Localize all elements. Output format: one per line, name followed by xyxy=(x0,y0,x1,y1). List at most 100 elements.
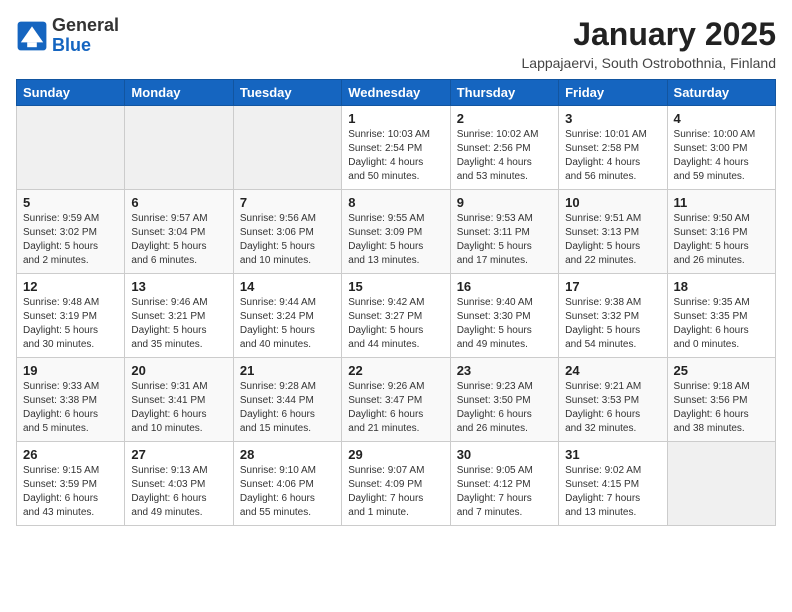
day-number: 12 xyxy=(23,279,118,294)
calendar-cell xyxy=(667,442,775,526)
calendar-cell: 27Sunrise: 9:13 AM Sunset: 4:03 PM Dayli… xyxy=(125,442,233,526)
calendar-cell: 11Sunrise: 9:50 AM Sunset: 3:16 PM Dayli… xyxy=(667,190,775,274)
day-number: 26 xyxy=(23,447,118,462)
day-number: 27 xyxy=(131,447,226,462)
day-number: 21 xyxy=(240,363,335,378)
day-detail: Sunrise: 9:15 AM Sunset: 3:59 PM Dayligh… xyxy=(23,464,118,520)
day-detail: Sunrise: 9:46 AM Sunset: 3:21 PM Dayligh… xyxy=(131,296,226,352)
day-detail: Sunrise: 9:23 AM Sunset: 3:50 PM Dayligh… xyxy=(457,380,552,436)
day-number: 1 xyxy=(348,111,443,126)
calendar-cell: 2Sunrise: 10:02 AM Sunset: 2:56 PM Dayli… xyxy=(450,106,558,190)
weekday-header-row: SundayMondayTuesdayWednesdayThursdayFrid… xyxy=(17,80,776,106)
calendar-cell: 17 Sunrise: 9:38 AM Sunset: 3:32 PM Dayli… xyxy=(559,274,667,358)
calendar-table: SundayMondayTuesdayWednesdayThursdayFrid… xyxy=(16,79,776,526)
day-detail: Sunrise: 9:59 AM Sunset: 3:02 PM Dayligh… xyxy=(23,212,118,268)
day-detail: Sunrise: 9:10 AM Sunset: 4:06 PM Dayligh… xyxy=(240,464,335,520)
day-detail: Sunrise: 9:57 AM Sunset: 3:04 PM Dayligh… xyxy=(131,212,226,268)
day-detail: Sunrise: 9:50 AM Sunset: 3:16 PM Dayligh… xyxy=(674,212,769,268)
title-block: January 2025 Lappajaervi, South Ostrobot… xyxy=(522,16,777,71)
day-detail: Sunrise: 10:02 AM Sunset: 2:56 PM Daylig… xyxy=(457,128,552,184)
day-number: 23 xyxy=(457,363,552,378)
calendar-cell: 26 Sunrise: 9:15 AM Sunset: 3:59 PM Dayli… xyxy=(17,442,125,526)
calendar-cell: 22 Sunrise: 9:26 AM Sunset: 3:47 PM Dayli… xyxy=(342,358,450,442)
calendar-cell: 13 Sunrise: 9:46 AM Sunset: 3:21 PM Dayli… xyxy=(125,274,233,358)
day-number: 24 xyxy=(565,363,660,378)
day-detail: Sunrise: 9:05 AM Sunset: 4:12 PM Dayligh… xyxy=(457,464,552,520)
calendar-cell: 15 Sunrise: 9:42 AM Sunset: 3:27 PM Dayli… xyxy=(342,274,450,358)
calendar-week-row: 19 Sunrise: 9:33 AM Sunset: 3:38 PM Dayli… xyxy=(17,358,776,442)
day-number: 28 xyxy=(240,447,335,462)
weekday-header: Saturday xyxy=(667,80,775,106)
day-detail: Sunrise: 9:26 AM Sunset: 3:47 PM Dayligh… xyxy=(348,380,443,436)
day-detail: Sunrise: 9:21 AM Sunset: 3:53 PM Dayligh… xyxy=(565,380,660,436)
calendar-title: January 2025 xyxy=(522,16,777,53)
day-number: 19 xyxy=(23,363,118,378)
calendar-cell: 8Sunrise: 9:55 AM Sunset: 3:09 PM Daylig… xyxy=(342,190,450,274)
day-detail: Sunrise: 9:51 AM Sunset: 3:13 PM Dayligh… xyxy=(565,212,660,268)
day-detail: Sunrise: 9:02 AM Sunset: 4:15 PM Dayligh… xyxy=(565,464,660,520)
day-detail: Sunrise: 9:44 AM Sunset: 3:24 PM Dayligh… xyxy=(240,296,335,352)
weekday-header: Thursday xyxy=(450,80,558,106)
day-detail: Sunrise: 9:53 AM Sunset: 3:11 PM Dayligh… xyxy=(457,212,552,268)
calendar-week-row: 12 Sunrise: 9:48 AM Sunset: 3:19 PM Dayli… xyxy=(17,274,776,358)
day-number: 13 xyxy=(131,279,226,294)
day-number: 10 xyxy=(565,195,660,210)
day-detail: Sunrise: 9:31 AM Sunset: 3:41 PM Dayligh… xyxy=(131,380,226,436)
weekday-header: Tuesday xyxy=(233,80,341,106)
logo-text: General Blue xyxy=(52,16,119,56)
day-number: 25 xyxy=(674,363,769,378)
day-number: 18 xyxy=(674,279,769,294)
day-number: 16 xyxy=(457,279,552,294)
day-number: 17 xyxy=(565,279,660,294)
calendar-cell: 30 Sunrise: 9:05 AM Sunset: 4:12 PM Dayli… xyxy=(450,442,558,526)
logo-icon xyxy=(16,20,48,52)
day-number: 8 xyxy=(348,195,443,210)
day-detail: Sunrise: 9:35 AM Sunset: 3:35 PM Dayligh… xyxy=(674,296,769,352)
weekday-header: Wednesday xyxy=(342,80,450,106)
day-number: 5 xyxy=(23,195,118,210)
weekday-header: Sunday xyxy=(17,80,125,106)
day-number: 7 xyxy=(240,195,335,210)
day-detail: Sunrise: 10:03 AM Sunset: 2:54 PM Daylig… xyxy=(348,128,443,184)
calendar-cell xyxy=(125,106,233,190)
day-number: 6 xyxy=(131,195,226,210)
calendar-week-row: 26 Sunrise: 9:15 AM Sunset: 3:59 PM Dayli… xyxy=(17,442,776,526)
day-number: 31 xyxy=(565,447,660,462)
calendar-cell: 1 Sunrise: 10:03 AM Sunset: 2:54 PM Dayli… xyxy=(342,106,450,190)
calendar-cell: 24 Sunrise: 9:21 AM Sunset: 3:53 PM Dayli… xyxy=(559,358,667,442)
day-number: 15 xyxy=(348,279,443,294)
day-number: 30 xyxy=(457,447,552,462)
day-detail: Sunrise: 9:33 AM Sunset: 3:38 PM Dayligh… xyxy=(23,380,118,436)
weekday-header: Friday xyxy=(559,80,667,106)
day-detail: Sunrise: 9:40 AM Sunset: 3:30 PM Dayligh… xyxy=(457,296,552,352)
calendar-cell: 6 Sunrise: 9:57 AM Sunset: 3:04 PM Daylig… xyxy=(125,190,233,274)
day-detail: Sunrise: 9:28 AM Sunset: 3:44 PM Dayligh… xyxy=(240,380,335,436)
day-detail: Sunrise: 9:56 AM Sunset: 3:06 PM Dayligh… xyxy=(240,212,335,268)
day-detail: Sunrise: 10:01 AM Sunset: 2:58 PM Daylig… xyxy=(565,128,660,184)
day-detail: Sunrise: 9:07 AM Sunset: 4:09 PM Dayligh… xyxy=(348,464,443,520)
day-number: 29 xyxy=(348,447,443,462)
calendar-cell xyxy=(17,106,125,190)
day-detail: Sunrise: 9:42 AM Sunset: 3:27 PM Dayligh… xyxy=(348,296,443,352)
calendar-cell: 29 Sunrise: 9:07 AM Sunset: 4:09 PM Dayli… xyxy=(342,442,450,526)
calendar-cell: 31 Sunrise: 9:02 AM Sunset: 4:15 PM Dayli… xyxy=(559,442,667,526)
day-number: 22 xyxy=(348,363,443,378)
calendar-cell: 23 Sunrise: 9:23 AM Sunset: 3:50 PM Dayli… xyxy=(450,358,558,442)
calendar-cell: 4Sunrise: 10:00 AM Sunset: 3:00 PM Dayli… xyxy=(667,106,775,190)
calendar-cell: 16 Sunrise: 9:40 AM Sunset: 3:30 PM Dayli… xyxy=(450,274,558,358)
header: General Blue January 2025 Lappajaervi, S… xyxy=(16,16,776,71)
weekday-header: Monday xyxy=(125,80,233,106)
calendar-cell: 21 Sunrise: 9:28 AM Sunset: 3:44 PM Dayli… xyxy=(233,358,341,442)
day-number: 14 xyxy=(240,279,335,294)
calendar-cell: 18 Sunrise: 9:35 AM Sunset: 3:35 PM Dayli… xyxy=(667,274,775,358)
day-detail: Sunrise: 9:48 AM Sunset: 3:19 PM Dayligh… xyxy=(23,296,118,352)
calendar-cell: 28 Sunrise: 9:10 AM Sunset: 4:06 PM Dayli… xyxy=(233,442,341,526)
day-number: 9 xyxy=(457,195,552,210)
day-detail: Sunrise: 9:38 AM Sunset: 3:32 PM Dayligh… xyxy=(565,296,660,352)
calendar-week-row: 5 Sunrise: 9:59 AM Sunset: 3:02 PM Daylig… xyxy=(17,190,776,274)
calendar-cell: 3 Sunrise: 10:01 AM Sunset: 2:58 PM Dayli… xyxy=(559,106,667,190)
calendar-cell: 14 Sunrise: 9:44 AM Sunset: 3:24 PM Dayli… xyxy=(233,274,341,358)
day-number: 3 xyxy=(565,111,660,126)
calendar-cell: 9 Sunrise: 9:53 AM Sunset: 3:11 PM Daylig… xyxy=(450,190,558,274)
day-number: 20 xyxy=(131,363,226,378)
